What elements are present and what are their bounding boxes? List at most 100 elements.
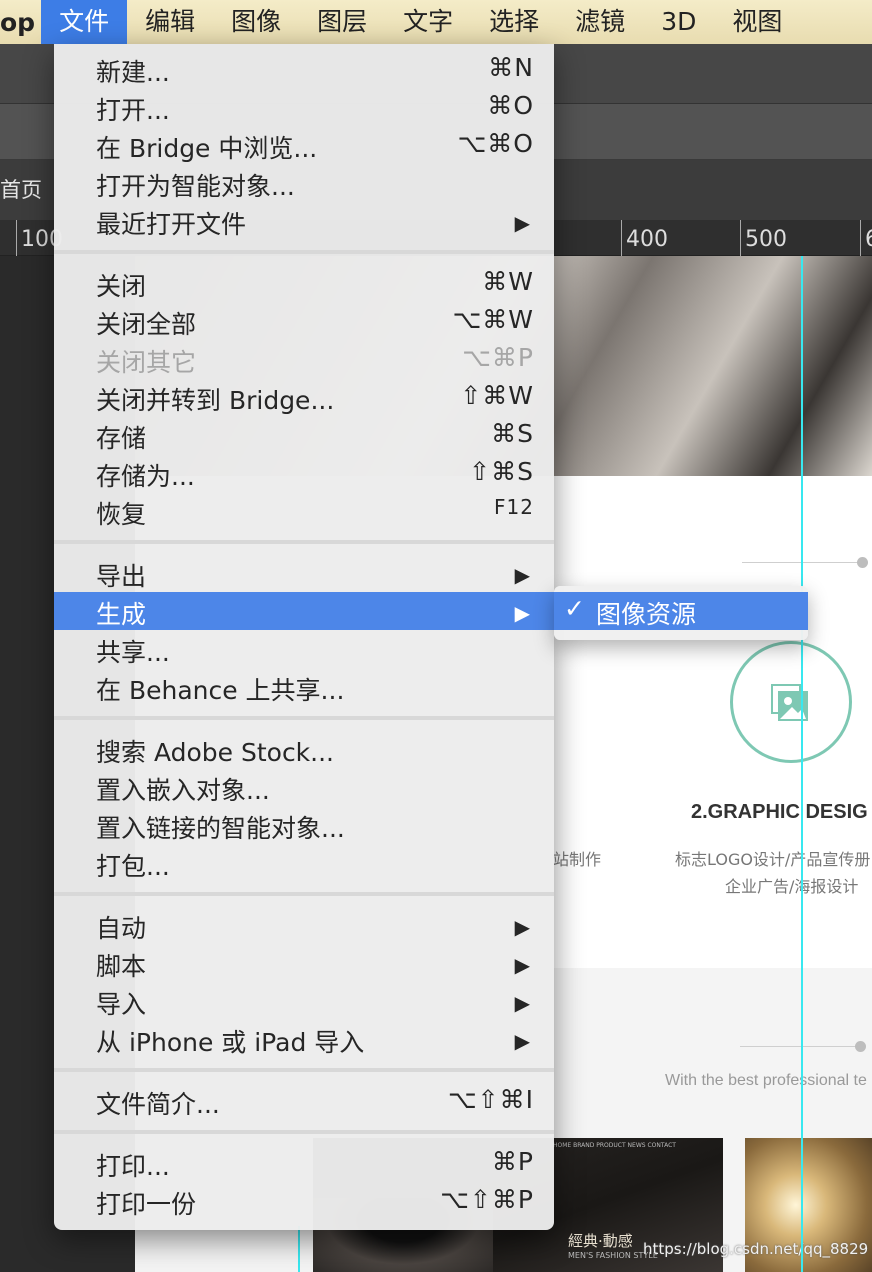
menu-item[interactable]: 打印一份 ⌥⇧⌘P	[54, 1182, 554, 1220]
menu-item[interactable]: 关闭全部 ⌥⌘W	[54, 302, 554, 340]
thumbnail-title: 經典·動感	[568, 1232, 633, 1250]
ruler-label: 6	[860, 220, 872, 256]
menu-item-label: 文件简介...	[96, 1090, 220, 1119]
submenu-item-image-assets[interactable]: ✓ 图像资源	[554, 592, 808, 630]
section-text-line-1: 标志LOGO设计/产品宣传册	[675, 850, 871, 869]
menu-item[interactable]: 置入链接的智能对象...	[54, 806, 554, 844]
menu-item-shortcut: ⌥⌘P	[462, 343, 534, 372]
menubar-item[interactable]: 文件	[41, 0, 128, 44]
menu-item-label: 打印一份	[96, 1190, 197, 1219]
menubar-item[interactable]: 选择	[471, 0, 557, 44]
menu-item-label: 置入嵌入对象...	[96, 776, 270, 805]
menu-item-label: 置入链接的智能对象...	[96, 814, 345, 843]
submenu-arrow-icon: ▶	[514, 991, 530, 1015]
menu-item-shortcut: ⌘W	[482, 267, 534, 296]
submenu-arrow-icon: ▶	[514, 1029, 530, 1053]
menubar-item[interactable]: 文字	[385, 0, 471, 44]
submenu-arrow-icon: ▶	[514, 915, 530, 939]
tagline: With the best professional te	[665, 1072, 867, 1089]
menu-item[interactable]: 从 iPhone 或 iPad 导入 ▶	[54, 1020, 554, 1058]
watermark-text: https://blog.csdn.net/qq_8829	[643, 1240, 869, 1258]
menu-item-label: 打开为智能对象...	[96, 172, 295, 201]
section-text-line-2: 企业广告/海报设计	[725, 877, 859, 896]
divider-line	[740, 1046, 860, 1047]
menu-item[interactable]: 导入 ▶	[54, 982, 554, 1020]
submenu-arrow-icon: ▶	[514, 211, 530, 235]
thumbnail-nav: HOME BRAND PRODUCT NEWS CONTACT	[553, 1142, 676, 1149]
menu-item-label: 新建...	[96, 58, 170, 87]
app-menu[interactable]: op	[0, 8, 41, 37]
menu-item-shortcut: ⌘S	[491, 419, 534, 448]
menubar-item[interactable]: 视图	[714, 0, 800, 44]
menu-item-shortcut: F12	[494, 495, 534, 519]
menubar-item[interactable]: 3D	[643, 0, 714, 44]
menu-item-shortcut: ⌘N	[488, 53, 534, 82]
menu-item-label: 关闭	[96, 272, 147, 301]
menu-item-shortcut: ⌥⇧⌘P	[440, 1185, 534, 1214]
menu-item-label: 在 Behance 上共享...	[96, 676, 345, 705]
menu-item[interactable]: 关闭并转到 Bridge... ⇧⌘W	[54, 378, 554, 416]
menu-item-shortcut: ⇧⌘W	[460, 381, 534, 410]
menu-item-shortcut: ⇧⌘S	[469, 457, 534, 486]
menu-separator	[54, 1120, 554, 1144]
menu-separator	[54, 882, 554, 906]
menu-item[interactable]: 存储 ⌘S	[54, 416, 554, 454]
menu-item[interactable]: 导出 ▶	[54, 554, 554, 592]
menu-item[interactable]: 最近打开文件 ▶	[54, 202, 554, 240]
menu-item[interactable]: 恢复 F12	[54, 492, 554, 530]
menu-item[interactable]: 新建... ⌘N	[54, 50, 554, 88]
menu-item[interactable]: 置入嵌入对象...	[54, 768, 554, 806]
guide-line[interactable]	[298, 1226, 300, 1272]
generate-submenu: ✓ 图像资源	[554, 586, 808, 640]
menu-item-label: 最近打开文件	[96, 210, 247, 239]
menu-item-label: 搜索 Adobe Stock...	[96, 738, 335, 767]
menu-item-label: 打印...	[96, 1152, 170, 1181]
menu-item[interactable]: 在 Behance 上共享...	[54, 668, 554, 706]
menu-item[interactable]: 打包...	[54, 844, 554, 882]
checkmark-icon: ✓	[564, 594, 585, 623]
menu-item[interactable]: 存储为... ⇧⌘S	[54, 454, 554, 492]
section-title: 2.GRAPHIC DESIG	[691, 801, 868, 823]
menu-item[interactable]: 自动 ▶	[54, 906, 554, 944]
file-menu: 新建... ⌘N 打开... ⌘O 在 Bridge 中浏览... ⌥⌘O 打开为智能对象.…	[54, 44, 554, 1230]
document-tab-label: 首页	[0, 178, 42, 202]
menu-item-label: 导出	[96, 562, 147, 591]
menu-item[interactable]: 打印... ⌘P	[54, 1144, 554, 1182]
submenu-arrow-icon: ▶	[514, 563, 530, 587]
guide-line[interactable]	[801, 256, 803, 1272]
menu-item[interactable]: 打开为智能对象...	[54, 164, 554, 202]
divider-dot	[857, 557, 868, 568]
submenu-arrow-icon: ▶	[514, 953, 530, 977]
menu-item-label: 存储为...	[96, 462, 195, 491]
menu-item-label: 脚本	[96, 952, 147, 981]
menu-separator	[54, 530, 554, 554]
menu-item-label: 生成	[96, 600, 147, 629]
menu-item-shortcut: ⌥⌘W	[452, 305, 534, 334]
menu-item[interactable]: 共享...	[54, 630, 554, 668]
document-tab[interactable]: 首页	[0, 160, 42, 220]
menu-item-shortcut: ⌥⇧⌘I	[447, 1085, 534, 1114]
menubar-item[interactable]: 图层	[299, 0, 385, 44]
section-text-fragment: 站制作	[553, 850, 602, 869]
menu-item[interactable]: 文件简介... ⌥⇧⌘I	[54, 1082, 554, 1120]
menubar-item[interactable]: 图像	[213, 0, 299, 44]
menu-item[interactable]: 关闭 ⌘W	[54, 264, 554, 302]
menu-item[interactable]: 搜索 Adobe Stock...	[54, 730, 554, 768]
menu-separator	[54, 240, 554, 264]
menu-item[interactable]: 脚本 ▶	[54, 944, 554, 982]
menubar-item[interactable]: 滤镜	[557, 0, 643, 44]
menu-item-shortcut: ⌘P	[491, 1147, 534, 1176]
menu-item-label: 自动	[96, 914, 147, 943]
menu-item-label: 共享...	[96, 638, 170, 667]
menu-item-label: 从 iPhone 或 iPad 导入	[96, 1028, 365, 1057]
ruler-label: 400	[621, 220, 668, 256]
menu-item[interactable]: 在 Bridge 中浏览... ⌥⌘O	[54, 126, 554, 164]
menu-item: 关闭其它 ⌥⌘P	[54, 340, 554, 378]
menubar-item[interactable]: 编辑	[127, 0, 213, 44]
menu-item-label: 导入	[96, 990, 147, 1019]
menu-item-label: 在 Bridge 中浏览...	[96, 134, 318, 163]
menu-item-label: 关闭全部	[96, 310, 197, 339]
menu-item[interactable]: 生成 ▶	[54, 592, 554, 630]
submenu-arrow-icon: ▶	[514, 601, 530, 625]
menu-item[interactable]: 打开... ⌘O	[54, 88, 554, 126]
